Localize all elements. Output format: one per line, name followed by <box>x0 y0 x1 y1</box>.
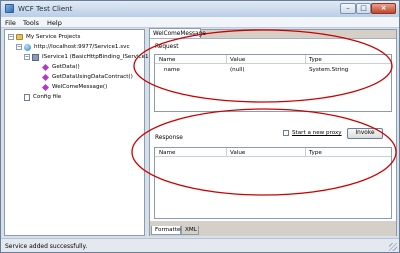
app-window: WCF Test Client – □ × File Tools Help − … <box>0 0 400 253</box>
collapse-icon[interactable]: − <box>16 44 22 50</box>
status-bar: Service added successfully. <box>1 238 399 252</box>
column-header-name: Name <box>159 150 176 156</box>
service-tree[interactable]: − My Service Projects − http://localhost… <box>4 29 151 236</box>
tab-formatted[interactable]: Formatted <box>151 226 184 235</box>
table-row[interactable]: name (null) System.String <box>155 65 391 74</box>
tab-welcomemessage[interactable]: WelComeMessage <box>149 28 206 38</box>
tree-label-method: GetData() <box>52 64 80 70</box>
tree-item-contract[interactable]: − IService1 (BasicHttpBinding_IService1) <box>24 53 151 61</box>
tree-item-root[interactable]: − My Service Projects <box>8 33 80 41</box>
response-label: Response <box>155 135 183 141</box>
start-new-proxy-label[interactable]: Start a new proxy <box>292 130 342 136</box>
menu-help[interactable]: Help <box>47 19 62 27</box>
tree-item-config[interactable]: Config file <box>24 93 61 101</box>
column-divider <box>305 148 306 156</box>
request-label: Request <box>155 44 179 50</box>
column-header-name: Name <box>159 57 176 63</box>
collapse-icon[interactable]: − <box>24 54 30 60</box>
tree-item-method-getdatausingdatacontract[interactable]: GetDataUsingDataContract() <box>41 73 133 81</box>
view-tabs: Formatted XML <box>150 226 396 236</box>
tree-item-method-welcomemessage[interactable]: WelComeMessage() <box>41 83 108 91</box>
collapse-icon[interactable]: − <box>8 34 14 40</box>
response-grid[interactable]: Name Value Type <box>154 147 392 219</box>
window-title: WCF Test Client <box>18 5 73 13</box>
request-grid-header: Name Value Type <box>155 55 391 64</box>
status-text: Service added successfully. <box>5 243 88 250</box>
column-header-value: Value <box>230 150 246 156</box>
title-bar: WCF Test Client – □ × <box>1 1 399 17</box>
tree-label-contract: IService1 (BasicHttpBinding_IService1) <box>42 54 151 60</box>
minimize-button[interactable]: – <box>340 3 356 14</box>
column-divider <box>226 148 227 156</box>
method-icon <box>41 83 50 91</box>
menu-bar: File Tools Help <box>1 17 399 28</box>
column-divider <box>305 55 306 63</box>
app-icon <box>5 4 14 13</box>
column-header-value: Value <box>230 57 246 63</box>
tree-label-method: GetDataUsingDataContract() <box>52 74 133 80</box>
cell-type: System.String <box>309 67 349 73</box>
config-file-icon <box>24 93 30 101</box>
service-contract-icon <box>32 53 39 61</box>
folder-icon <box>16 34 23 40</box>
tree-label-root: My Service Projects <box>26 34 81 40</box>
menu-tools[interactable]: Tools <box>23 19 39 27</box>
cell-value[interactable]: (null) <box>230 67 245 73</box>
invoke-button[interactable]: Invoke <box>347 128 383 139</box>
column-divider <box>226 55 227 63</box>
cell-name: name <box>164 67 180 73</box>
column-header-type: Type <box>309 57 322 63</box>
globe-icon <box>24 43 31 51</box>
tree-item-endpoint[interactable]: − http://localhost:9977/Service1.svc <box>16 43 130 51</box>
tree-label-endpoint: http://localhost:9977/Service1.svc <box>34 44 130 50</box>
tree-item-method-getdata[interactable]: GetData() <box>41 63 80 71</box>
resize-grip-icon[interactable] <box>389 243 397 251</box>
method-icon <box>41 73 50 81</box>
column-header-type: Type <box>309 150 322 156</box>
start-new-proxy-checkbox[interactable] <box>283 130 289 136</box>
request-grid[interactable]: Name Value Type name (null) System.Strin… <box>154 54 392 112</box>
close-button[interactable]: × <box>371 3 396 14</box>
tree-label-method: WelComeMessage() <box>52 84 108 90</box>
tree-label-config: Config file <box>33 94 62 100</box>
maximize-button[interactable]: □ <box>356 3 371 14</box>
response-grid-header: Name Value Type <box>155 148 391 157</box>
method-icon <box>41 63 50 71</box>
menu-file[interactable]: File <box>5 19 16 27</box>
tab-xml[interactable]: XML <box>181 226 199 235</box>
